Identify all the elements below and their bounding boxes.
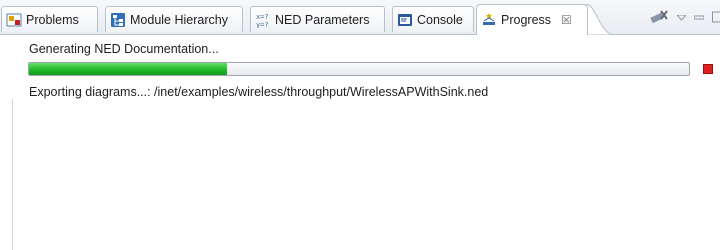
progress-icon xyxy=(481,12,497,28)
view-toolbar xyxy=(641,8,720,28)
maximize-icon[interactable] xyxy=(712,11,720,26)
ned-parameters-icon: x=? y=? xyxy=(255,12,271,29)
tab-progress-label: Progress xyxy=(501,13,552,27)
tab-progress[interactable]: Progress ☒ xyxy=(476,4,588,35)
progress-bar xyxy=(28,62,690,76)
svg-text:y=?: y=? xyxy=(256,21,269,28)
close-icon[interactable]: ☒ xyxy=(561,13,572,27)
tab-console-label: Console xyxy=(417,12,463,27)
tab-ned-parameters-label: NED Parameters xyxy=(275,12,370,27)
view-body xyxy=(12,99,720,250)
tab-ned-parameters[interactable]: x=? y=? NED Parameters xyxy=(250,6,385,32)
job-title: Generating NED Documentation... xyxy=(29,42,219,56)
module-hierarchy-icon xyxy=(110,12,126,28)
active-tab-curve xyxy=(585,4,615,35)
view-menu-icon[interactable] xyxy=(675,12,688,24)
tab-problems-label: Problems xyxy=(26,12,79,27)
problems-icon xyxy=(6,12,22,28)
view-tab-bar: Problems Module Hierarchy x=? y=? NED Pa… xyxy=(0,0,720,35)
remove-all-finished-icon[interactable] xyxy=(649,9,669,28)
tab-module-hierarchy-label: Module Hierarchy xyxy=(130,12,228,27)
tab-console[interactable]: Console xyxy=(392,6,474,32)
svg-text:x=?: x=? xyxy=(256,13,269,21)
task-description: Exporting diagrams...: /inet/examples/wi… xyxy=(29,85,489,99)
console-icon xyxy=(397,12,413,28)
tab-problems[interactable]: Problems xyxy=(1,6,98,32)
tab-module-hierarchy[interactable]: Module Hierarchy xyxy=(105,6,243,32)
progress-bar-fill xyxy=(29,63,227,75)
minimize-icon[interactable] xyxy=(693,12,705,24)
cancel-operation-button[interactable] xyxy=(703,64,713,74)
